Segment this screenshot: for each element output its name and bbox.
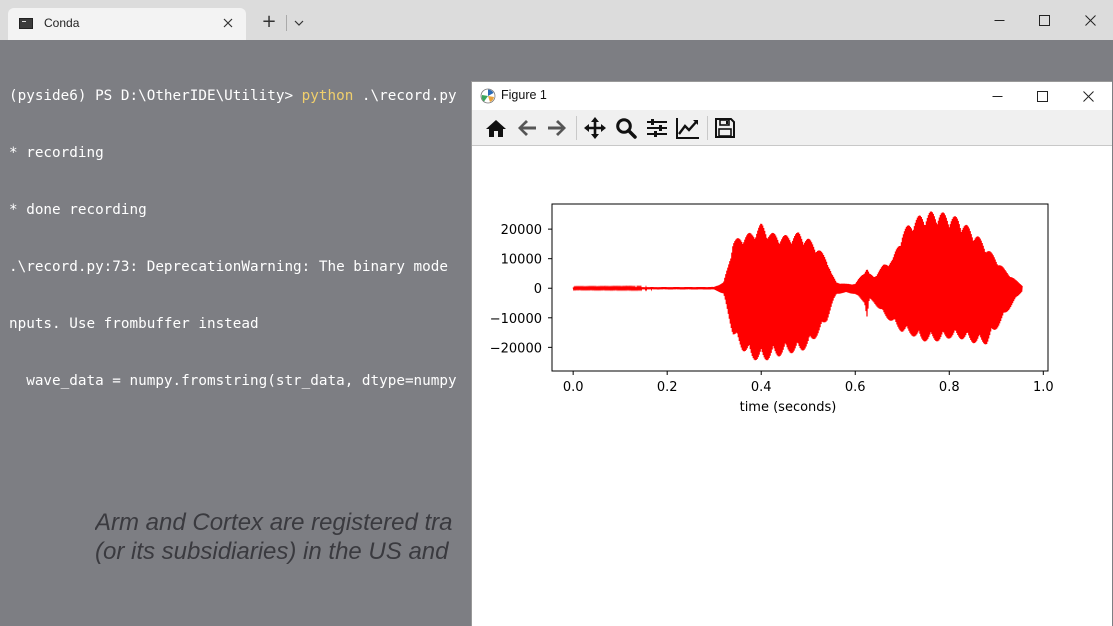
tab-title: Conda [44,16,80,30]
figure-window: Figure 1 0.0 0.2 0.4 0.6 0.8 1.0 20000 1… [471,81,1112,626]
x-tick-label: 0.8 [939,380,960,395]
edit-axis-icon[interactable] [675,116,701,140]
watermark-line: Arm and Cortex are registered tra [95,509,453,536]
tab-close-icon[interactable] [218,13,238,33]
watermark-line: (or its subsidiaries) in the US and [95,538,449,565]
figure-title-bar[interactable]: Figure 1 [472,82,1112,110]
y-tick-label: 0 [534,282,542,297]
x-tick-label: 0.6 [845,380,866,395]
x-tick-label: 1.0 [1033,380,1054,395]
y-tick-label: 10000 [501,253,542,268]
y-tick-label: −10000 [490,312,542,327]
new-tab-button[interactable]: + [259,12,279,32]
minimize-button[interactable] [984,6,1014,34]
prompt: (pyside6) PS D:\OtherIDE\Utility> [9,88,302,104]
command: python [301,88,354,104]
y-tick-label: 20000 [501,223,542,238]
figure-minimize-button[interactable] [982,84,1012,108]
terminal-icon [19,18,33,29]
figure-title: Figure 1 [501,88,547,102]
x-tick-label: 0.4 [751,380,772,395]
x-axis-label: time (seconds) [740,400,837,415]
waveform-chart[interactable]: 0.0 0.2 0.4 0.6 0.8 1.0 20000 10000 0 −10000 −2000… [472,145,1112,495]
toolbar-separator [707,116,708,140]
zoom-icon[interactable] [613,116,639,140]
toolbar-separator [576,116,577,140]
configure-subplots-icon[interactable] [644,116,670,140]
matplotlib-icon [480,88,496,108]
save-icon[interactable] [712,116,738,140]
close-button[interactable] [1075,6,1105,34]
maximize-button[interactable] [1029,6,1059,34]
y-tick-label: −20000 [490,341,542,356]
figure-close-button[interactable] [1073,84,1103,108]
command-args: .\record.py [353,88,457,104]
figure-toolbar [472,110,1112,146]
chevron-down-icon[interactable] [290,14,308,32]
background-watermark-text: Arm and Cortex are registered tra (or it… [95,508,475,566]
tab-conda[interactable]: Conda [8,8,246,40]
figure-maximize-button[interactable] [1027,84,1057,108]
home-icon[interactable] [483,116,509,140]
forward-icon[interactable] [544,116,570,140]
terminal-tab-bar: Conda + [0,0,1113,40]
back-icon[interactable] [514,116,540,140]
x-tick-label: 0.0 [563,380,584,395]
x-tick-label: 0.2 [657,380,678,395]
tab-separator [286,15,287,31]
waveform-series-line [572,211,1023,361]
pan-icon[interactable] [582,116,608,140]
